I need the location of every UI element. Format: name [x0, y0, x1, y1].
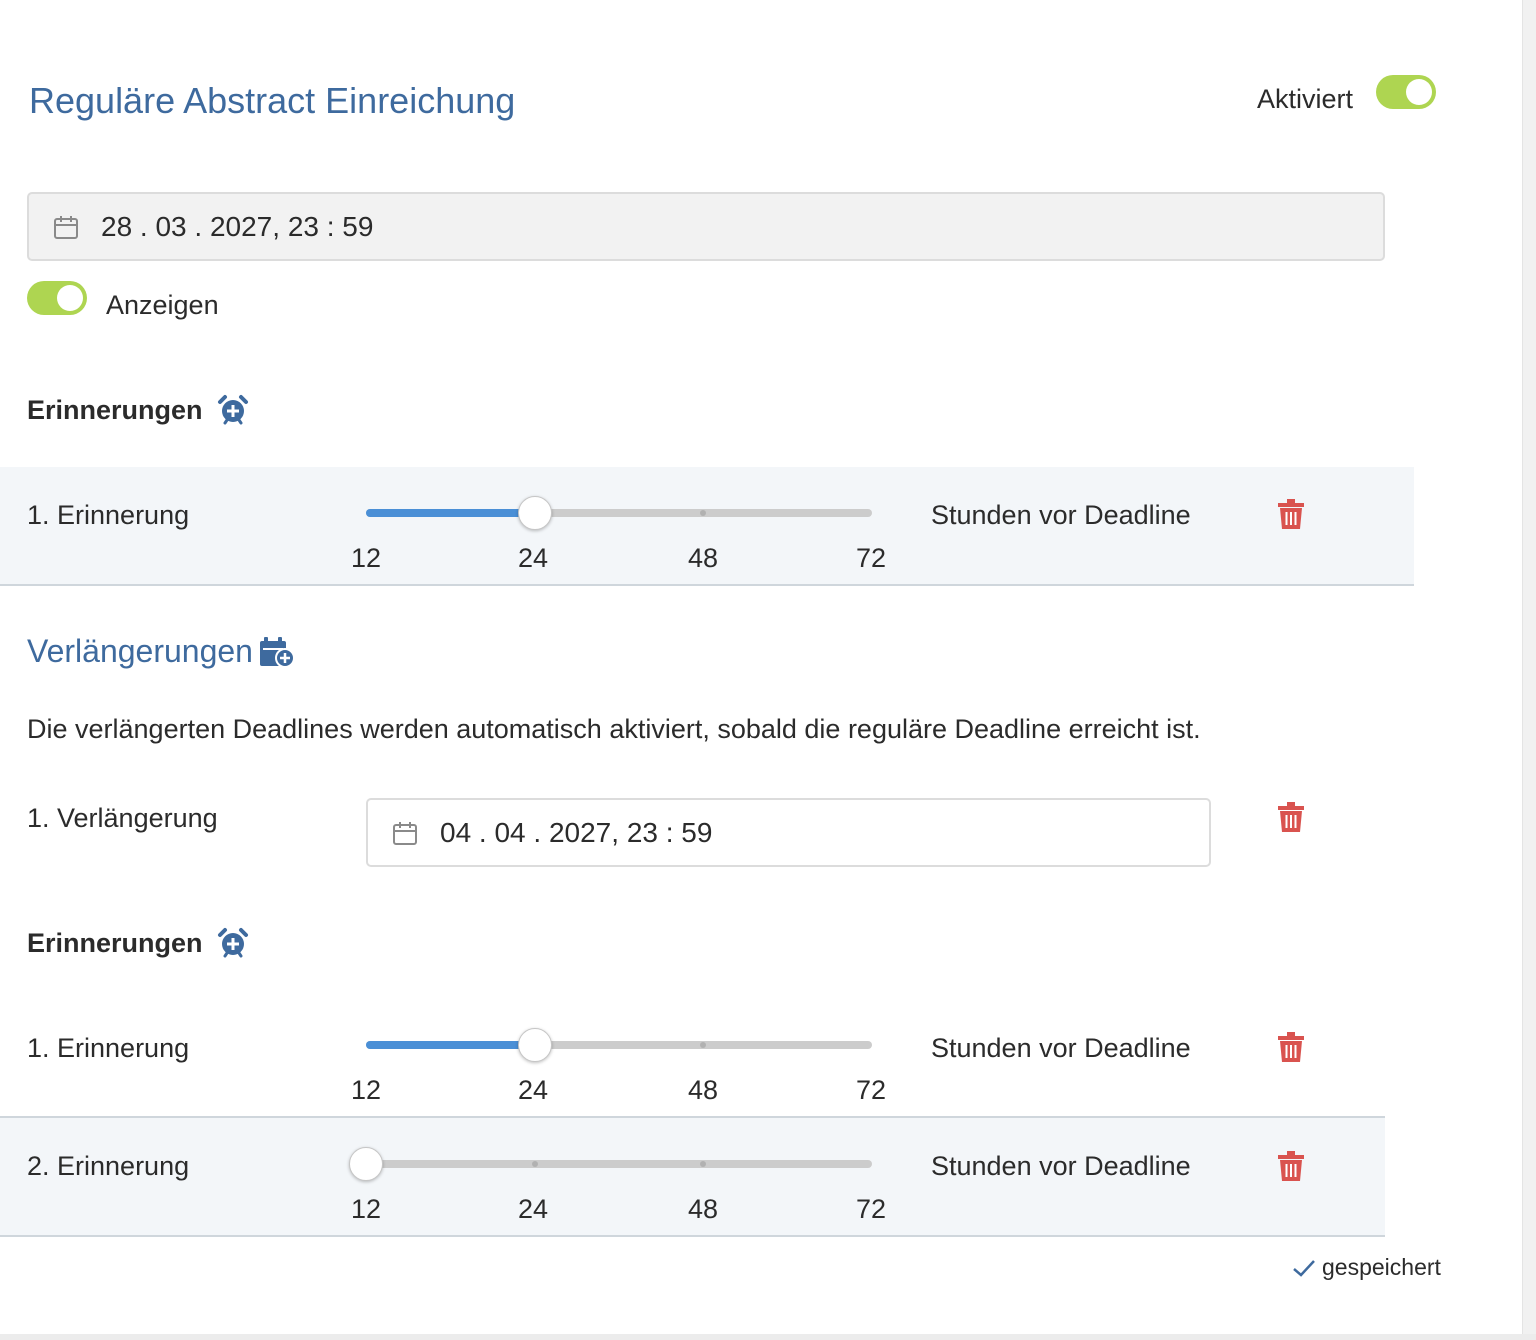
- extension-reminders-heading-text: Erinnerungen: [27, 927, 203, 958]
- tick-label: 12: [350, 1075, 382, 1105]
- delete-reminder-trash-icon[interactable]: [1278, 499, 1304, 529]
- deadline-date-value: 28 . 03 . 2027, 23 : 59: [101, 210, 374, 242]
- toggle-knob: [1406, 79, 1432, 105]
- toggle-knob: [57, 285, 83, 311]
- reminders-heading: Erinnerungen: [27, 394, 249, 426]
- deadline-date-input[interactable]: 28 . 03 . 2027, 23 : 59: [27, 192, 1385, 261]
- slider-fill: [366, 509, 535, 517]
- tick-label: 24: [517, 543, 549, 573]
- slider-stop-dot: [700, 1042, 707, 1048]
- show-toggle-label: Anzeigen: [106, 290, 219, 320]
- unit-label: Stunden vor Deadline: [931, 500, 1191, 530]
- reminder-slider[interactable]: [349, 1147, 872, 1181]
- tick-label: 72: [855, 543, 887, 573]
- delete-extension-trash-icon[interactable]: [1278, 802, 1304, 832]
- show-toggle[interactable]: [27, 281, 87, 315]
- slider-stop-dot: [700, 510, 707, 516]
- calendar-icon: [54, 215, 78, 239]
- delete-reminder-trash-icon[interactable]: [1278, 1151, 1304, 1181]
- reminder-label: 1. Erinnerung: [27, 1033, 190, 1063]
- reminder-label: 2. Erinnerung: [27, 1151, 190, 1181]
- delete-reminder-trash-icon[interactable]: [1278, 1032, 1304, 1062]
- slider-stop-dot: [531, 1161, 538, 1167]
- page-title: Reguläre Abstract Einreichung: [29, 80, 516, 121]
- tick-label: 12: [350, 543, 382, 573]
- tick-label: 24: [517, 1194, 549, 1224]
- extension-date-input[interactable]: 04 . 04 . 2027, 23 : 59: [366, 798, 1211, 867]
- saved-label: gespeichert: [1322, 1254, 1441, 1280]
- add-alarm-icon[interactable]: [217, 927, 249, 959]
- reminder-slider[interactable]: [366, 496, 872, 530]
- slider-fill: [366, 1041, 535, 1049]
- window-edge: [1522, 0, 1536, 1340]
- tick-label: 12: [350, 1194, 382, 1224]
- add-calendar-icon[interactable]: [259, 636, 295, 668]
- slider-thumb[interactable]: [517, 1028, 552, 1062]
- extension-reminders-heading: Erinnerungen: [27, 927, 249, 959]
- tick-label: 48: [687, 1194, 719, 1224]
- reminders-heading-text: Erinnerungen: [27, 394, 203, 425]
- activated-label: Aktiviert: [1257, 84, 1354, 114]
- extension-label: 1. Verlängerung: [27, 803, 218, 833]
- tick-label: 48: [687, 543, 719, 573]
- extension-date-value: 04 . 04 . 2027, 23 : 59: [440, 816, 713, 848]
- slider-thumb[interactable]: [517, 496, 552, 530]
- slider-thumb[interactable]: [349, 1147, 383, 1181]
- extensions-description: Die verlängerten Deadlines werden automa…: [27, 714, 1201, 744]
- tick-label: 24: [517, 1075, 549, 1105]
- calendar-icon: [393, 821, 417, 845]
- unit-label: Stunden vor Deadline: [931, 1033, 1191, 1063]
- reminder-label: 1. Erinnerung: [27, 500, 190, 530]
- reminder-slider[interactable]: [366, 1028, 872, 1062]
- unit-label: Stunden vor Deadline: [931, 1151, 1191, 1181]
- extensions-heading: Verlängerungen: [27, 633, 295, 670]
- tick-label: 72: [855, 1075, 887, 1105]
- tick-label: 72: [855, 1194, 887, 1224]
- activated-toggle[interactable]: [1376, 75, 1436, 109]
- slider-stop-dot: [700, 1161, 707, 1167]
- window-bottom-edge: [0, 1334, 1536, 1340]
- extensions-heading-text: Verlängerungen: [27, 633, 253, 669]
- saved-status: gespeichert: [1292, 1254, 1441, 1281]
- tick-label: 48: [687, 1075, 719, 1105]
- add-alarm-icon[interactable]: [217, 394, 249, 426]
- checkmark-icon: [1293, 1259, 1315, 1277]
